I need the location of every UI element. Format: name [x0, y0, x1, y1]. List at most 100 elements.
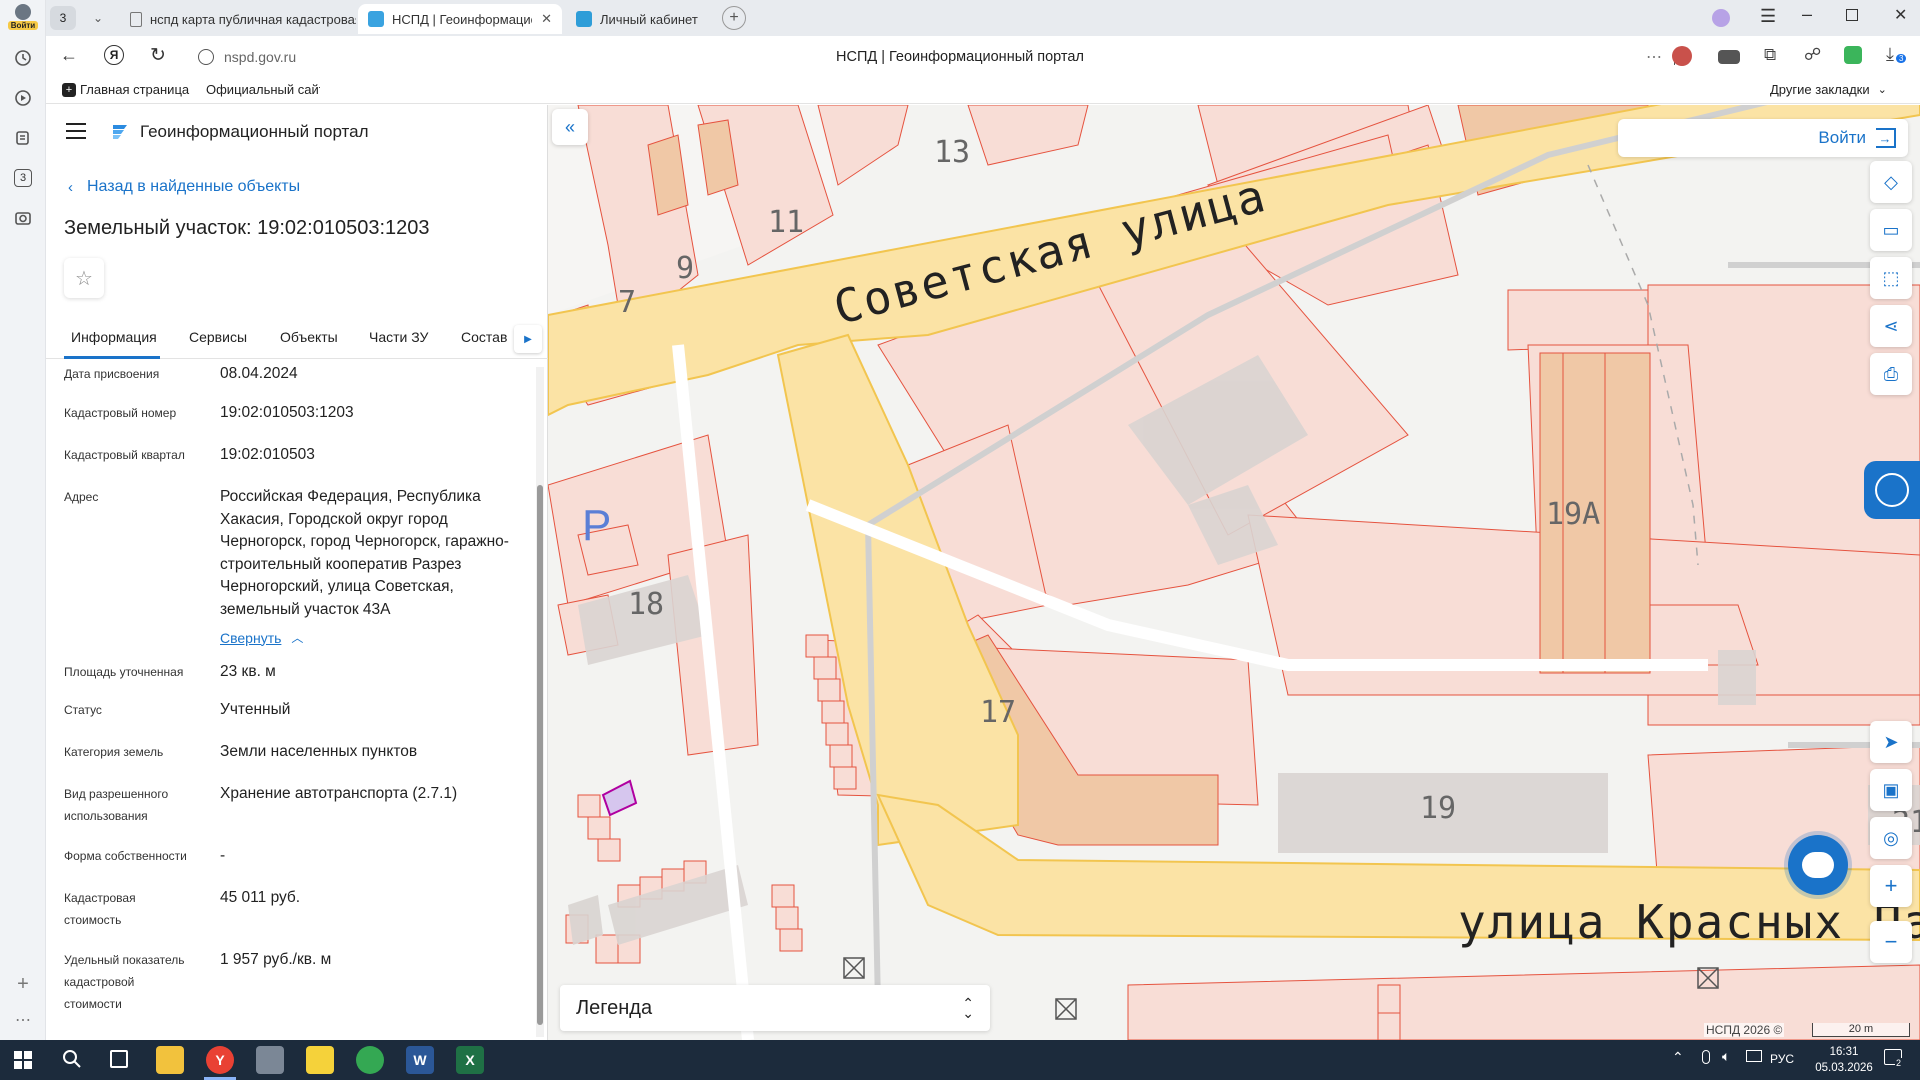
bookmark-home[interactable]: + Главная страница [62, 82, 192, 97]
collapse-panel-button[interactable]: « [552, 109, 588, 145]
tab-label: Состав [461, 329, 508, 345]
layers-icon: ◇ [1884, 171, 1898, 192]
task-view-icon[interactable] [110, 1050, 128, 1068]
support-chat-tab[interactable] [1864, 461, 1920, 519]
collapse-label: Свернуть [220, 629, 282, 646]
restore-icon[interactable] [1846, 9, 1858, 21]
reading-list-icon[interactable]: ☍ [1804, 45, 1821, 65]
tabs-scroll-right-button[interactable]: ▶ [514, 325, 542, 353]
house-number: 11 [768, 205, 805, 240]
user-icon [15, 4, 31, 20]
other-bookmarks[interactable]: Другие закладки ⌄ [1770, 82, 1887, 97]
network-icon[interactable] [1746, 1050, 1762, 1062]
back-link[interactable]: ‹ Назад в найденные объекты [68, 178, 300, 196]
portal-title[interactable]: Геоинформационный портал [140, 122, 369, 142]
tab-objects[interactable]: Объекты [280, 329, 338, 345]
minimize-icon[interactable]: – [1802, 4, 1812, 25]
assistant-icon[interactable] [1712, 9, 1730, 27]
notifications-icon[interactable]: 2 [1884, 1049, 1903, 1068]
excel-icon[interactable]: X [456, 1046, 484, 1074]
downloads-icon[interactable]: ⤓ 3 [1886, 44, 1907, 65]
minimap-button[interactable]: ▣ [1870, 769, 1912, 811]
clock[interactable]: 16:31 05.03.2026 [1812, 1044, 1876, 1076]
extension-icon-2[interactable] [1718, 50, 1740, 64]
share-button[interactable]: ⋖ [1870, 305, 1912, 347]
tab-count-icon[interactable]: 3 [11, 166, 35, 190]
map-view[interactable]: Советская улица улица Красных Партизан 1… [548, 105, 1920, 1040]
chevron-updown-icon: ⌃ ⌄ [962, 995, 974, 1021]
zoom-in-button[interactable]: + [1870, 865, 1912, 907]
coordinates-button[interactable]: ◎ [1870, 817, 1912, 859]
extension-icon-1[interactable] [1672, 46, 1692, 66]
measure-button[interactable]: ▭ [1870, 209, 1912, 251]
scrollbar-thumb[interactable] [537, 485, 543, 1025]
tab-services[interactable]: Сервисы [189, 329, 247, 345]
microphone-icon[interactable] [1702, 1050, 1710, 1064]
tab-search[interactable]: нспд карта публичная кадастровая [120, 4, 356, 34]
target-icon: ◎ [1883, 827, 1899, 848]
window-close-icon[interactable]: ✕ [1894, 5, 1907, 25]
tab-label: Информация [71, 329, 157, 345]
collections-icon[interactable] [11, 126, 35, 150]
history-icon[interactable] [11, 46, 35, 70]
tab-counter-button[interactable]: 3 [50, 6, 76, 30]
tab-parts[interactable]: Части ЗУ [369, 329, 428, 345]
sticky-notes-icon[interactable] [306, 1046, 334, 1074]
volume-icon[interactable]: 🔈︎ [1722, 1048, 1730, 1065]
menu-icon[interactable]: ☰ [1760, 6, 1776, 27]
assistant-chat-button[interactable] [1788, 835, 1848, 895]
tab-active-underline [64, 356, 160, 359]
url-field[interactable]: nspd.gov.ru НСПД | Геоинформационный пор… [186, 40, 1706, 74]
chrome-icon[interactable] [356, 1046, 384, 1074]
add-panel-icon[interactable]: + [11, 972, 35, 996]
tab-nspd[interactable]: НСПД | Геоинформационный портал ✕ [358, 4, 562, 34]
tab-label: Части ЗУ [369, 329, 429, 345]
new-tab-button[interactable]: + [722, 6, 746, 30]
tray-chevron-icon[interactable]: ⌃ [1672, 1049, 1684, 1066]
back-arrow-icon[interactable]: ← [60, 45, 78, 66]
tab-information[interactable]: Информация [71, 329, 157, 345]
profile-avatar[interactable]: Войти [7, 4, 39, 34]
close-icon[interactable]: ✕ [541, 11, 552, 27]
yandex-icon[interactable]: Я [104, 45, 124, 65]
more-options-icon[interactable]: ⋯ [1646, 47, 1662, 67]
tab-list-chevron-icon[interactable]: ⌄ [88, 8, 108, 28]
layers-button[interactable]: ◇ [1870, 161, 1912, 203]
play-icon[interactable] [11, 86, 35, 110]
language-indicator[interactable]: РУС [1770, 1052, 1794, 1066]
hamburger-menu-icon[interactable] [66, 123, 86, 139]
word-icon[interactable]: W [406, 1046, 434, 1074]
back-link-label: Назад в найденные объекты [87, 178, 301, 195]
info-value: Земли населенных пунктов [220, 743, 418, 760]
search-icon[interactable] [62, 1049, 82, 1069]
file-explorer-icon[interactable] [156, 1046, 184, 1074]
house-number: 7 [618, 285, 637, 320]
legend-toggle[interactable]: Легенда ⌃ ⌄ [560, 985, 990, 1031]
select-area-button[interactable]: ⬚ [1870, 257, 1912, 299]
print-button[interactable]: ⎙ [1870, 353, 1912, 395]
tab-composition[interactable]: Состав [461, 329, 507, 345]
message-icon [1802, 852, 1834, 878]
extension-green-icon[interactable] [1844, 46, 1862, 64]
info-value: 23 кв. м [220, 663, 276, 680]
reload-icon[interactable]: ↻ [150, 44, 166, 67]
app-icon[interactable] [256, 1046, 284, 1074]
collapse-link[interactable]: Свернуть ︿ [220, 629, 303, 646]
favorite-button[interactable]: ☆ [64, 258, 104, 298]
extensions-puzzle-icon[interactable]: ⧉ [1764, 45, 1776, 65]
more-icon[interactable]: ⋯ [11, 1008, 35, 1032]
site-info-icon[interactable] [198, 49, 214, 65]
screenshot-icon[interactable] [11, 206, 35, 230]
zoom-out-button[interactable]: − [1870, 921, 1912, 963]
panel-scrollbar[interactable] [536, 367, 544, 1037]
windows-start-icon[interactable] [14, 1051, 32, 1069]
bookmark-official[interactable]: Официальный сайт [202, 82, 320, 97]
house-number: 18 [628, 587, 665, 622]
yandex-browser-icon[interactable]: Y [206, 1046, 234, 1074]
bookmarks-bar: + Главная страница Официальный сайт Друг… [46, 78, 1920, 104]
login-button[interactable]: Войти → [1618, 119, 1908, 157]
geolocation-button[interactable]: ➤ [1870, 721, 1912, 763]
share-icon: ⋖ [1883, 315, 1899, 336]
scale-label: 20 m [1848, 1023, 1874, 1035]
info-label: Площадь уточненная [64, 665, 184, 679]
